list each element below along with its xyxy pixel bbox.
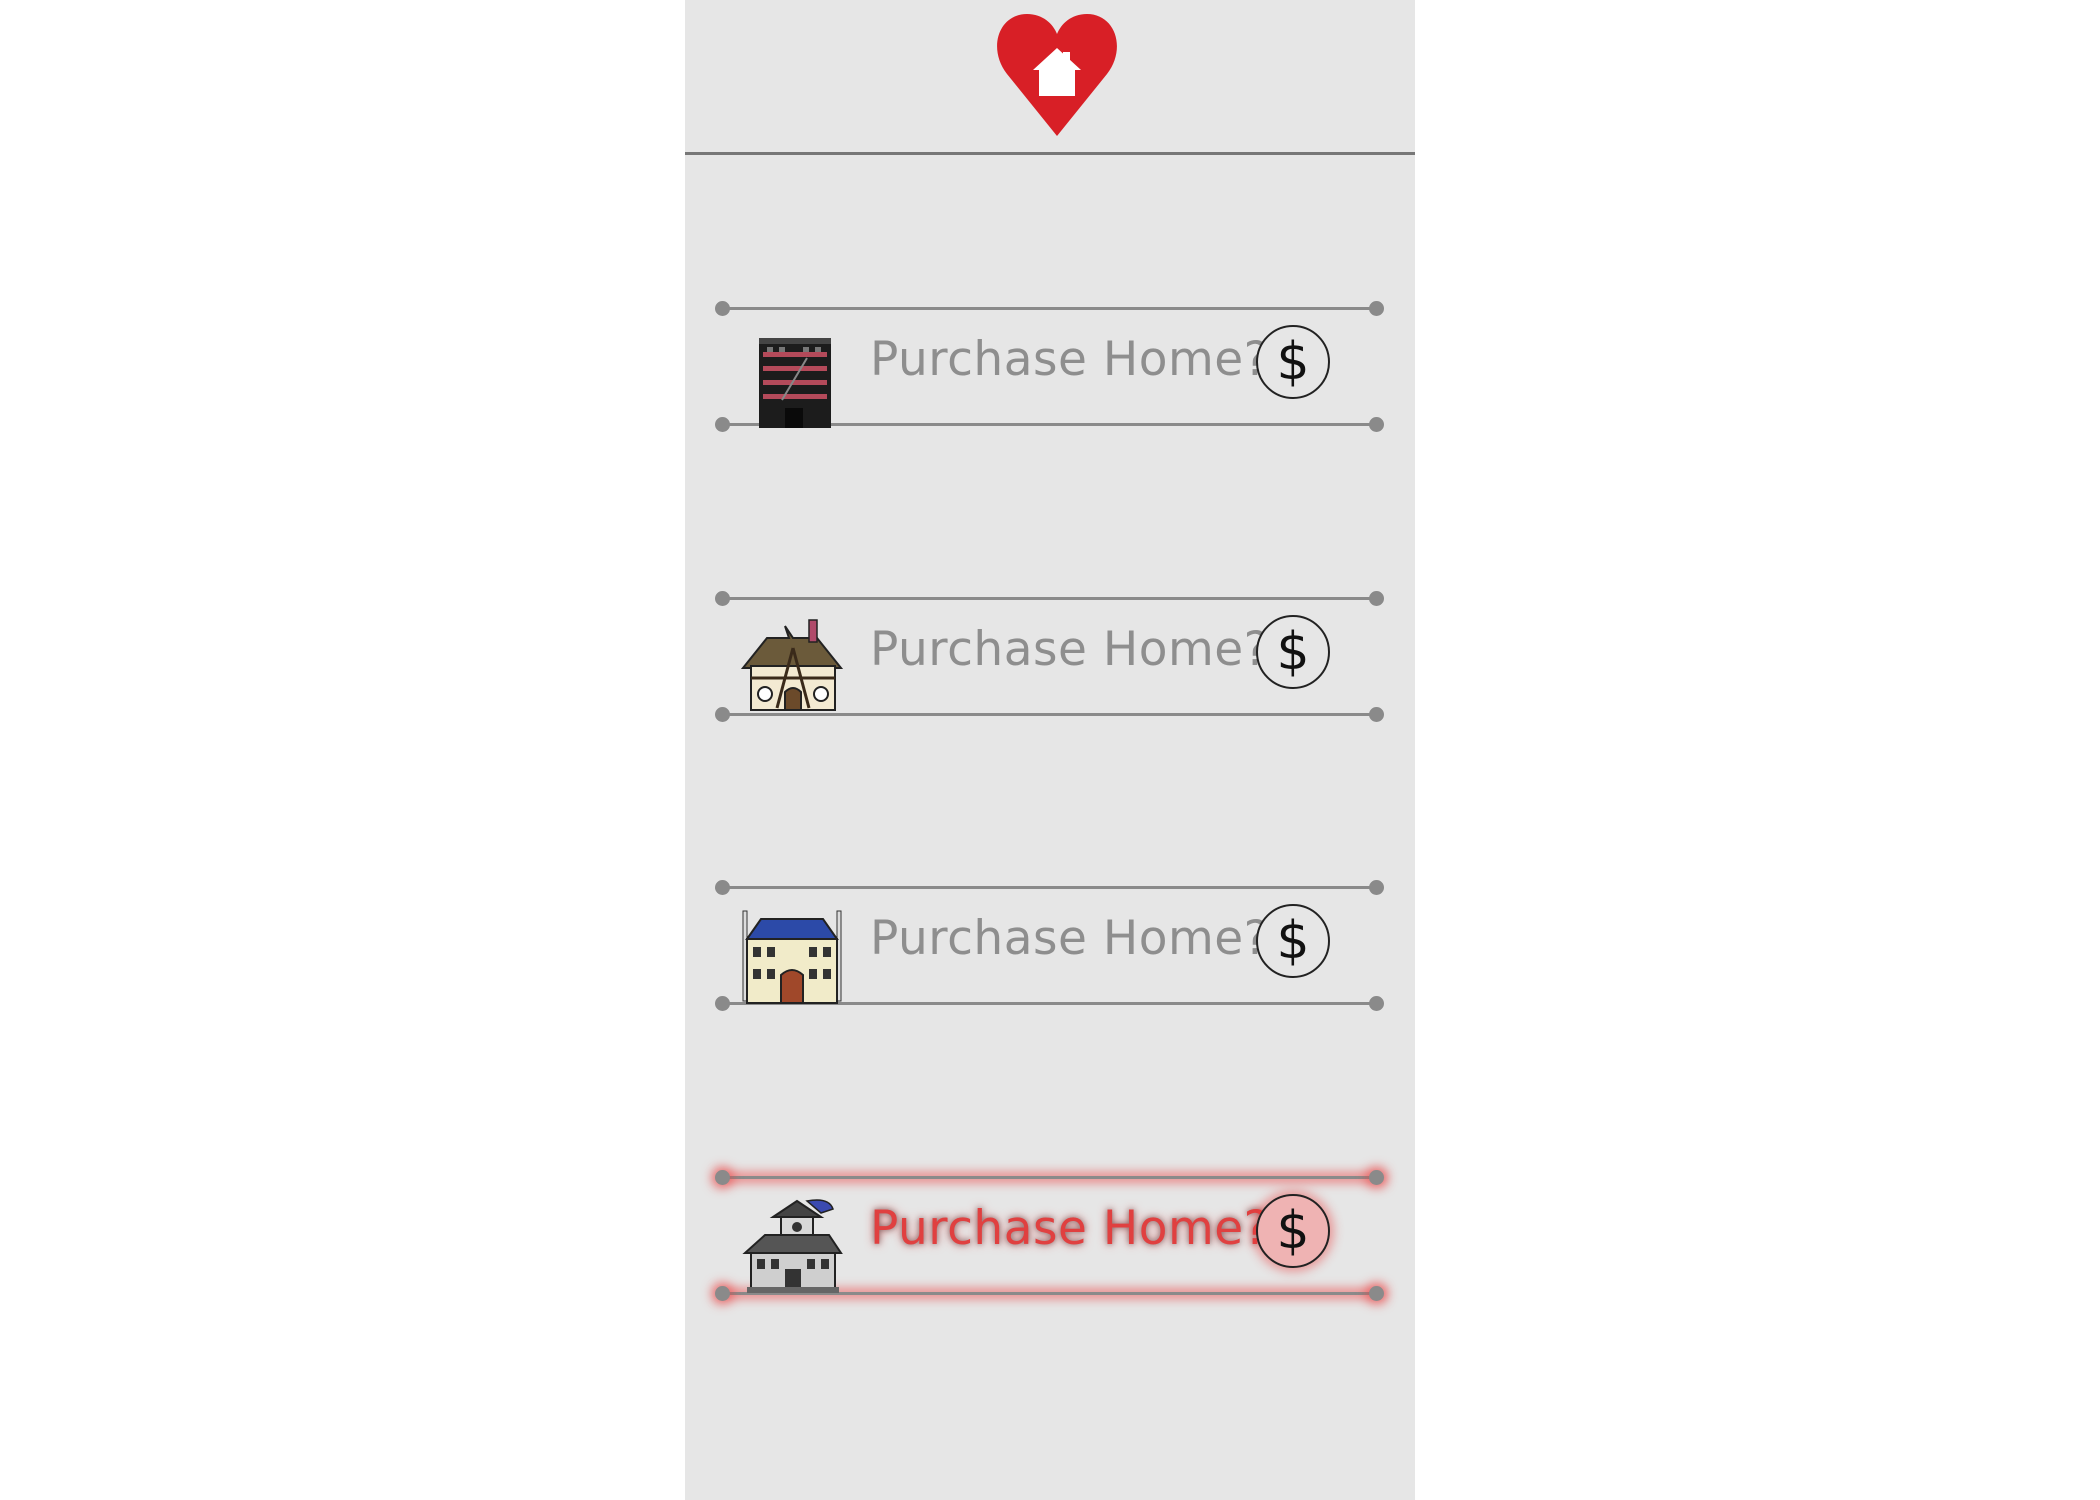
rail-dot <box>715 880 730 895</box>
rail-dot <box>715 707 730 722</box>
purchase-home-label: Purchase Home? <box>870 1201 1270 1256</box>
rail-dot <box>1369 417 1384 432</box>
home-row-1[interactable]: Purchase Home? $ <box>715 300 1389 432</box>
row-top-rail <box>721 1176 1381 1179</box>
tudor-cottage-icon <box>740 619 844 711</box>
purchase-button[interactable]: $ <box>1256 1194 1330 1268</box>
home-row-2[interactable]: Purchase Home? $ <box>715 590 1389 722</box>
dollar-icon: $ <box>1276 1201 1310 1261</box>
app-panel: Purchase Home? $ Purchase Home? $ Purcha… <box>685 0 1415 1500</box>
rail-dot <box>1369 880 1384 895</box>
rail-dot <box>1369 1286 1384 1301</box>
header-divider <box>685 152 1415 155</box>
rail-dot <box>715 996 730 1011</box>
row-top-rail <box>721 307 1381 310</box>
rail-dot <box>715 1170 730 1185</box>
purchase-home-label: Purchase Home? <box>870 622 1270 677</box>
row-top-rail <box>721 597 1381 600</box>
dollar-icon: $ <box>1276 911 1310 971</box>
dollar-icon: $ <box>1276 622 1310 682</box>
dollar-icon: $ <box>1276 332 1310 392</box>
home-row-3[interactable]: Purchase Home? $ <box>715 879 1389 1011</box>
purchase-home-label: Purchase Home? <box>870 332 1270 387</box>
rail-dot <box>1369 301 1384 316</box>
rail-dot <box>715 1286 730 1301</box>
rail-dot <box>1369 1170 1384 1185</box>
rail-dot <box>715 417 730 432</box>
brick-apartment-icon <box>759 338 831 428</box>
heart-house-icon[interactable] <box>993 8 1121 136</box>
home-row-4-selected[interactable]: Purchase Home? $ <box>715 1169 1389 1301</box>
rail-dot <box>1369 996 1384 1011</box>
row-top-rail <box>721 886 1381 889</box>
purchase-button[interactable]: $ <box>1256 615 1330 689</box>
purchase-button[interactable]: $ <box>1256 325 1330 399</box>
haunted-house-icon <box>742 1199 843 1293</box>
rail-dot <box>715 301 730 316</box>
rail-dot <box>715 591 730 606</box>
rail-dot <box>1369 591 1384 606</box>
purchase-home-label: Purchase Home? <box>870 911 1270 966</box>
blue-roof-mansion-icon <box>742 910 842 1004</box>
rail-dot <box>1369 707 1384 722</box>
purchase-button[interactable]: $ <box>1256 904 1330 978</box>
app-header <box>685 0 1415 155</box>
